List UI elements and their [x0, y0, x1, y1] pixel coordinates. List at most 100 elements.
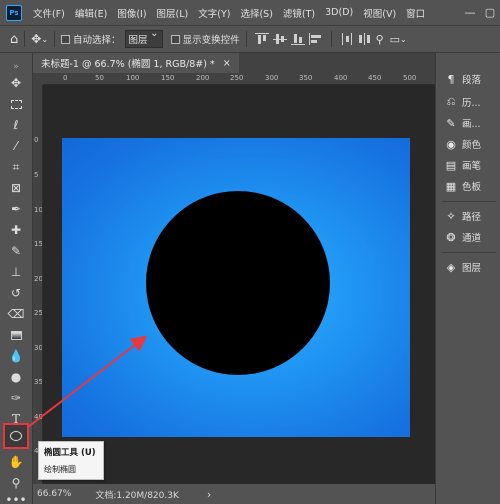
- tooltip-description: 绘制椭圆: [44, 465, 76, 474]
- panel-dock: ¶ 段落 ⎌ 历... ✎ 画... ◉ 颜色 ▤ 画笔 ▦ 色板 ⟡ 路径 ❂…: [435, 53, 500, 504]
- divider: [24, 31, 26, 47]
- auto-select-dropdown[interactable]: 图层: [124, 28, 163, 48]
- workspace[interactable]: [43, 85, 435, 484]
- panel-brush[interactable]: ✎ 画...: [444, 113, 499, 133]
- gradient-tool-icon[interactable]: [5, 325, 27, 345]
- panel-layers[interactable]: ◈ 图层: [444, 257, 499, 277]
- minimize-button[interactable]: —: [460, 6, 480, 19]
- panel-history[interactable]: ⎌ 历...: [444, 92, 499, 112]
- ruler-label: 500: [403, 74, 417, 82]
- ruler-label: 40: [34, 413, 43, 421]
- history-brush-tool-icon[interactable]: ↺: [5, 283, 27, 303]
- panel-paths[interactable]: ⟡ 路径: [444, 206, 499, 226]
- document-tab[interactable]: 未标题-1 @ 66.7% (椭圆 1, RGB/8#) * ×: [33, 53, 239, 73]
- align-left-icon[interactable]: [308, 33, 323, 45]
- channels-color-icon: ▦: [445, 179, 457, 193]
- ruler-label: 30: [34, 344, 43, 352]
- history-icon: ⎌: [446, 95, 456, 108]
- panel-divider: [442, 252, 496, 253]
- document-tab-title: 未标题-1 @ 66.7% (椭圆 1, RGB/8#) *: [41, 59, 215, 70]
- ruler-label: 15: [34, 240, 43, 248]
- brush-icon: ✎: [446, 116, 456, 130]
- ruler-label: 300: [265, 74, 279, 82]
- panel-brushes[interactable]: ▤ 画笔: [444, 155, 499, 175]
- channels-icon: ❂: [446, 230, 456, 244]
- hand-tool-icon[interactable]: ✋: [5, 452, 27, 472]
- panel-channels[interactable]: ❂ 通道: [444, 227, 499, 247]
- ruler-label: 200: [196, 74, 210, 82]
- menu-image[interactable]: 图像(I): [112, 6, 151, 20]
- zoom-level[interactable]: 66.67%: [37, 489, 71, 499]
- frame-tool-icon[interactable]: ⊠: [5, 178, 27, 198]
- magic-wand-tool-icon[interactable]: ⁄: [5, 136, 27, 156]
- healing-brush-tool-icon[interactable]: ✚: [5, 220, 27, 240]
- menu-layer[interactable]: 图层(L): [152, 6, 194, 20]
- menu-type[interactable]: 文字(Y): [193, 6, 235, 20]
- swatches-icon: ▤: [445, 158, 457, 172]
- ruler-label: 5: [34, 171, 39, 179]
- menu-select[interactable]: 选择(S): [235, 6, 277, 20]
- move-tool-preset-icon[interactable]: ✥ ⌄: [31, 32, 48, 46]
- distribute-center-icon[interactable]: [358, 33, 372, 45]
- stamp-tool-icon[interactable]: ⊥: [5, 262, 27, 282]
- align-bottom-icon[interactable]: [290, 33, 305, 45]
- eraser-tool-icon[interactable]: ⌫: [5, 304, 27, 324]
- status-menu-arrow-icon[interactable]: ›: [207, 488, 211, 501]
- blur-tool-icon[interactable]: 💧: [5, 346, 27, 366]
- close-tab-icon[interactable]: ×: [223, 58, 231, 69]
- ruler-label: 20: [34, 275, 43, 283]
- menu-edit[interactable]: 编辑(E): [70, 6, 112, 20]
- workspace-icon[interactable]: ▭: [390, 33, 400, 46]
- ruler-corner: [33, 73, 43, 85]
- move-tool-icon[interactable]: ✥: [5, 73, 27, 93]
- home-icon[interactable]: ⌂: [10, 32, 18, 47]
- panel-label: 图层: [462, 263, 482, 274]
- ruler-label: 10: [34, 206, 43, 214]
- menu-window[interactable]: 窗口: [401, 6, 430, 20]
- ruler-label: 25: [34, 309, 43, 317]
- align-vcenter-icon[interactable]: [272, 33, 287, 45]
- ellipse-tool-icon[interactable]: [3, 423, 29, 449]
- brush-tool-icon[interactable]: ✎: [5, 241, 27, 261]
- ruler-label: 450: [368, 74, 382, 82]
- ruler-label: 400: [334, 74, 348, 82]
- menu-view[interactable]: 视图(V): [358, 6, 401, 20]
- pen-tool-icon[interactable]: ✑: [5, 388, 27, 408]
- tool-tooltip: 椭圆工具 (U) 绘制椭圆: [38, 441, 104, 480]
- lasso-tool-icon[interactable]: ℓ: [5, 115, 27, 135]
- maximize-button[interactable]: ▢: [480, 6, 500, 19]
- paths-icon: ⟡: [447, 209, 455, 222]
- show-transform-checkbox[interactable]: 显示变换控件: [170, 32, 240, 46]
- document-canvas[interactable]: [62, 138, 410, 437]
- ruler-label: 150: [161, 74, 175, 82]
- divider: [330, 31, 332, 47]
- ruler-label: 0: [34, 136, 39, 144]
- checkbox-box[interactable]: [61, 34, 71, 44]
- menu-file[interactable]: 文件(F): [28, 6, 70, 20]
- menu-filter[interactable]: 滤镜(T): [278, 6, 320, 20]
- ellipse-shape[interactable]: [146, 191, 330, 375]
- panel-swatches[interactable]: ▦ 色板: [444, 176, 499, 196]
- panel-label: 画笔: [462, 161, 482, 172]
- panel-color[interactable]: ◉ 颜色: [444, 134, 499, 154]
- eyedropper-tool-icon[interactable]: ✒: [5, 199, 27, 219]
- menu-3d[interactable]: 3D(D): [320, 7, 358, 18]
- distribute-icon[interactable]: [340, 33, 354, 45]
- divider: [54, 31, 56, 47]
- search-icon[interactable]: ⚲: [376, 33, 384, 46]
- panel-label: 画...: [462, 119, 481, 130]
- panel-paragraph[interactable]: ¶ 段落: [444, 69, 499, 89]
- menu-bar: Ps 文件(F) 编辑(E) 图像(I) 图层(L) 文字(Y) 选择(S) 滤…: [0, 0, 500, 25]
- crop-tool-icon[interactable]: ⌗: [5, 157, 27, 177]
- document-tab-bar: 未标题-1 @ 66.7% (椭圆 1, RGB/8#) * ×: [33, 53, 435, 73]
- align-top-icon[interactable]: [254, 33, 269, 45]
- ruler-label: 50: [95, 74, 104, 82]
- checkbox-box[interactable]: [170, 34, 180, 44]
- more-tools-icon[interactable]: •••: [5, 490, 27, 504]
- horizontal-ruler[interactable]: 0 50 100 150 200 250 300 350 400 450 500: [43, 73, 435, 85]
- dodge-tool-icon[interactable]: ●: [5, 367, 27, 387]
- chevron-down-icon[interactable]: ⌄: [400, 35, 407, 44]
- marquee-tool-icon[interactable]: [5, 94, 27, 114]
- vertical-ruler[interactable]: 0 5 10 15 20 25 30 35 40 45: [33, 85, 43, 484]
- auto-select-checkbox[interactable]: 自动选择：: [61, 32, 121, 46]
